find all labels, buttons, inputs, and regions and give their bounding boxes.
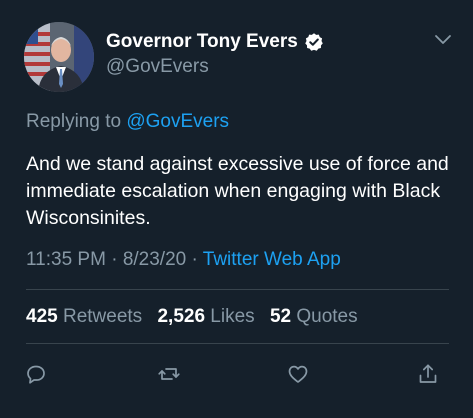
tweet-time[interactable]: 11:35 PM xyxy=(26,249,106,270)
author-name-row[interactable]: Governor Tony Evers xyxy=(106,29,324,55)
likes-stat[interactable]: 2,526 Likes xyxy=(157,306,254,327)
tweet-meta: 11:35 PM · 8/23/20 · Twitter Web App xyxy=(26,246,341,274)
reply-mention-link[interactable]: @GovEvers xyxy=(126,111,229,132)
avatar-image xyxy=(24,22,94,92)
meta-separator: · xyxy=(186,249,203,270)
replying-to: Replying to @GovEvers xyxy=(26,109,229,135)
like-icon[interactable] xyxy=(286,362,310,386)
likes-count: 2,526 xyxy=(157,306,206,327)
avatar[interactable] xyxy=(24,22,94,92)
tweet-actions xyxy=(0,362,473,388)
retweets-label: Retweets xyxy=(62,306,143,327)
tweet-stats: 425 Retweets 2,526 Likes 52 Quotes xyxy=(26,304,358,330)
meta-separator: · xyxy=(105,249,123,270)
chevron-down-icon[interactable] xyxy=(433,32,453,48)
retweets-count: 425 xyxy=(26,306,58,327)
author-handle[interactable]: @GovEvers xyxy=(106,55,209,79)
retweet-icon[interactable] xyxy=(157,362,181,386)
likes-label: Likes xyxy=(210,306,255,327)
share-icon[interactable] xyxy=(416,362,440,386)
quotes-count: 52 xyxy=(269,306,292,327)
tweet-source-link[interactable]: Twitter Web App xyxy=(203,249,341,270)
tweet-date[interactable]: 8/23/20 xyxy=(123,249,186,270)
divider xyxy=(26,289,449,290)
quotes-stat[interactable]: 52 Quotes xyxy=(270,306,358,327)
quotes-label: Quotes xyxy=(296,306,358,327)
reply-icon[interactable] xyxy=(24,362,48,386)
replying-to-label: Replying to xyxy=(26,111,122,132)
tweet-detail: Governor Tony Evers @GovEvers Replying t… xyxy=(0,0,473,418)
verified-badge-icon xyxy=(304,32,324,52)
tweet-text: And we stand against excessive use of fo… xyxy=(26,153,449,229)
divider xyxy=(26,343,449,344)
retweets-stat[interactable]: 425 Retweets xyxy=(26,306,142,327)
author-display-name[interactable]: Governor Tony Evers xyxy=(106,29,298,55)
